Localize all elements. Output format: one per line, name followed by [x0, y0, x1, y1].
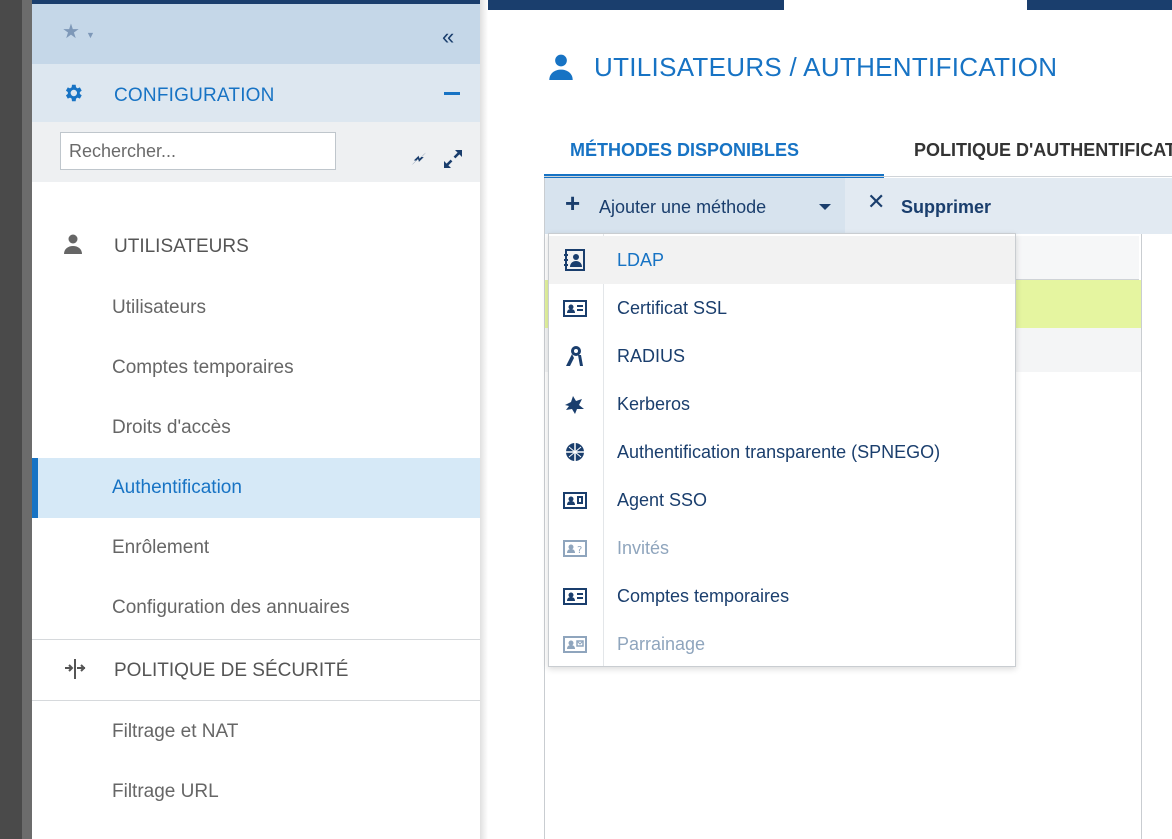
menu-item-certificat-ssl[interactable]: Certificat SSL	[549, 284, 1015, 332]
caret-down-icon[interactable]: ▼	[86, 30, 95, 40]
menu-item-spnego[interactable]: Authentification transparente (SPNEGO)	[549, 428, 1015, 476]
menu-item-label: Kerberos	[617, 394, 691, 414]
radius-icon	[566, 346, 583, 366]
menu-item-label: Authentification transparente (SPNEGO)	[617, 442, 941, 462]
sidebar-item-label: Filtrage URL	[112, 781, 219, 802]
page-title: UTILISATEURS / AUTHENTIFICATION	[594, 52, 1058, 82]
guest-icon: ?	[563, 540, 587, 557]
close-icon[interactable]: ✕	[867, 191, 885, 213]
delete-button[interactable]: Supprimer	[901, 197, 991, 218]
ssl-certificate-icon	[563, 300, 587, 317]
sidebar-item-label: Droits d'accès	[112, 417, 231, 438]
menu-item-ldap[interactable]: LDAP	[549, 236, 1015, 284]
menu-item-label: RADIUS	[617, 346, 686, 366]
sponsorship-icon	[563, 636, 587, 653]
security-policy-icon	[65, 659, 86, 679]
sidebar-shadow	[480, 0, 488, 839]
menu-item-agent-sso[interactable]: Agent SSO	[549, 476, 1015, 524]
sidebar-section-configuration[interactable]: CONFIGURATION	[32, 64, 480, 122]
sidebar-item-comptes-temporaires[interactable]: Comptes temporaires	[32, 338, 480, 398]
sidebar-item-label: Authentification	[112, 477, 242, 498]
sidebar-item-authentification[interactable]: Authentification	[32, 458, 480, 518]
double-chevron-left-icon[interactable]: «	[442, 26, 454, 48]
sidebar-header: ★ ▼ «	[32, 0, 480, 64]
menu-item-label: Agent SSO	[617, 490, 708, 510]
collapse-arrows-icon[interactable]	[408, 148, 430, 170]
sso-agent-icon	[563, 492, 587, 509]
menu-item-label: Comptes temporaires	[617, 586, 790, 606]
sidebar-group-label: POLITIQUE DE SÉCURITÉ	[114, 660, 349, 681]
sidebar-item-utilisateurs[interactable]: Utilisateurs	[32, 278, 480, 338]
sidebar-section-label: CONFIGURATION	[114, 85, 275, 106]
sidebar-group-label: UTILISATEURS	[114, 236, 249, 257]
svg-text:?: ?	[577, 545, 582, 556]
add-method-dropdown: LDAP Certificat SSL RADIUS Kerberos Auth…	[548, 233, 1016, 667]
sidebar-group-utilisateurs[interactable]: UTILISATEURS	[32, 216, 480, 276]
sidebar-item-label: Configuration des annuaires	[112, 597, 350, 618]
tab-bar: MÉTHODES DISPONIBLES POLITIQUE D'AUTHENT…	[544, 122, 1172, 178]
window-edge	[0, 0, 32, 839]
plus-icon: +	[565, 188, 581, 218]
header-accent-bar	[32, 0, 480, 4]
toolbar: + Ajouter une méthode ✕ Supprimer	[545, 178, 1172, 234]
menu-item-label: Invités	[617, 538, 670, 558]
gear-icon	[65, 84, 82, 102]
sidebar-group-politique-securite[interactable]: POLITIQUE DE SÉCURITÉ	[32, 640, 480, 700]
menu-item-label: Parrainage	[617, 634, 706, 654]
spnego-icon	[566, 443, 584, 461]
tab-politique-authentification[interactable]: POLITIQUE D'AUTHENTIFICATION	[914, 140, 1172, 161]
sidebar-item-label: Enrôlement	[112, 537, 210, 558]
minus-icon[interactable]	[444, 92, 460, 95]
ldap-directory-icon	[564, 249, 585, 271]
menu-item-invites: ? Invités	[549, 524, 1015, 572]
menu-item-parrainage: Parrainage	[549, 620, 1015, 668]
sidebar-item-filtrage-url[interactable]: Filtrage URL	[32, 762, 480, 822]
kerberos-icon	[565, 396, 584, 414]
menu-item-comptes-temporaires[interactable]: Comptes temporaires	[549, 572, 1015, 620]
user-icon	[64, 234, 82, 254]
sidebar-divider	[32, 700, 480, 701]
tab-methodes-disponibles[interactable]: MÉTHODES DISPONIBLES	[570, 140, 799, 161]
star-icon[interactable]: ★	[62, 22, 80, 42]
sidebar: ★ ▼ « CONFIGURATION UTILISATEURS Utilisa…	[32, 0, 480, 839]
caret-down-icon	[819, 204, 831, 210]
sidebar-item-droits-acces[interactable]: Droits d'accès	[32, 398, 480, 458]
sidebar-item-configuration-annuaires[interactable]: Configuration des annuaires	[32, 578, 480, 638]
expand-arrows-icon[interactable]	[442, 148, 464, 170]
sidebar-item-enrolement[interactable]: Enrôlement	[32, 518, 480, 578]
sidebar-item-label: Filtrage et NAT	[112, 721, 239, 742]
search-input[interactable]	[60, 132, 336, 170]
sidebar-item-filtrage-nat[interactable]: Filtrage et NAT	[32, 702, 480, 762]
sidebar-item-label: Comptes temporaires	[112, 357, 294, 378]
user-icon	[549, 54, 573, 80]
menu-item-kerberos[interactable]: Kerberos	[549, 380, 1015, 428]
tab-bar-divider	[544, 176, 1172, 177]
sidebar-item-label: Utilisateurs	[112, 297, 206, 318]
add-method-label: Ajouter une méthode	[599, 197, 767, 217]
menu-item-radius[interactable]: RADIUS	[549, 332, 1015, 380]
menu-item-label: Certificat SSL	[617, 298, 728, 318]
add-method-button[interactable]: + Ajouter une méthode	[545, 178, 845, 234]
active-indicator	[32, 458, 38, 518]
temporary-accounts-icon	[563, 588, 587, 605]
menu-item-label: LDAP	[617, 250, 665, 270]
